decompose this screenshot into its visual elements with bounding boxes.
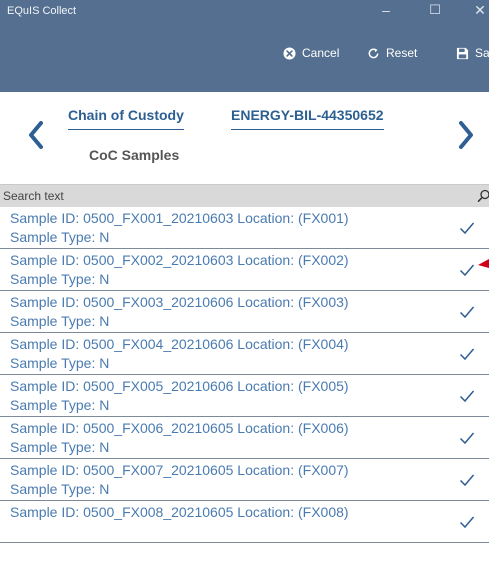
title-banner: EQuIS Collect – ☐ ✕ Cancel Reset Save — [0, 0, 489, 92]
sample-row-type: Sample Type: N — [10, 355, 110, 371]
sample-list: Sample ID: 0500_FX001_20210603 Location:… — [0, 207, 489, 543]
sample-row[interactable]: Sample ID: 0500_FX003_20210606 Location:… — [0, 291, 489, 333]
page-subtitle: CoC Samples — [89, 147, 180, 163]
sample-row[interactable]: Sample ID: 0500_FX005_20210606 Location:… — [0, 375, 489, 417]
app-title: EQuIS Collect — [7, 5, 77, 17]
check-icon — [459, 390, 475, 403]
chevron-left-icon[interactable] — [24, 118, 48, 152]
check-icon — [459, 306, 475, 319]
maximize-button[interactable]: ☐ — [425, 2, 445, 18]
search-input[interactable] — [3, 185, 463, 207]
save-button[interactable]: Save — [456, 46, 489, 60]
sample-row-title: Sample ID: 0500_FX003_20210606 Location:… — [10, 294, 349, 310]
check-icon — [459, 264, 475, 277]
minimize-button[interactable]: – — [376, 2, 396, 18]
cancel-button[interactable]: Cancel — [283, 46, 339, 60]
sample-row-title: Sample ID: 0500_FX002_20210603 Location:… — [10, 252, 349, 268]
save-icon — [456, 47, 469, 59]
save-label: Save — [475, 46, 489, 60]
sample-row-title: Sample ID: 0500_FX005_20210606 Location:… — [10, 378, 349, 394]
sample-row-type: Sample Type: N — [10, 229, 110, 245]
sample-row[interactable]: Sample ID: 0500_FX006_20210605 Location:… — [0, 417, 489, 459]
close-button[interactable]: ✕ — [470, 2, 489, 19]
sample-row[interactable]: Sample ID: 0500_FX004_20210606 Location:… — [0, 333, 489, 375]
sample-row-title: Sample ID: 0500_FX007_20210605 Location:… — [10, 462, 349, 478]
sample-row-type: Sample Type: N — [10, 481, 110, 497]
reset-icon — [368, 47, 379, 58]
tab-chain-of-custody[interactable]: Chain of Custody — [68, 107, 184, 130]
tab-energy-bil[interactable]: ENERGY-BIL-44350652 — [231, 107, 384, 130]
check-icon — [459, 432, 475, 445]
sample-row-title: Sample ID: 0500_FX001_20210603 Location:… — [10, 210, 349, 226]
sample-row-type: Sample Type: N — [10, 271, 110, 287]
sample-row[interactable]: Sample ID: 0500_FX002_20210603 Location:… — [0, 249, 489, 291]
reset-button[interactable]: Reset — [367, 46, 417, 60]
sample-row-type: Sample Type: N — [10, 313, 110, 329]
sample-row-title: Sample ID: 0500_FX008_20210605 Location:… — [10, 504, 349, 520]
sample-row-type: Sample Type: N — [10, 397, 110, 413]
reset-label: Reset — [386, 46, 418, 60]
check-icon — [459, 222, 475, 235]
sample-row[interactable]: Sample ID: 0500_FX001_20210603 Location:… — [0, 207, 489, 249]
sample-row-title: Sample ID: 0500_FX004_20210606 Location:… — [10, 336, 349, 352]
check-icon — [459, 516, 475, 529]
x-circle-icon — [283, 46, 296, 60]
sample-row[interactable]: Sample ID: 0500_FX007_20210605 Location:… — [0, 459, 489, 501]
sample-row-type: Sample Type: N — [10, 439, 110, 455]
check-icon — [459, 348, 475, 361]
sample-row-title: Sample ID: 0500_FX006_20210605 Location:… — [10, 420, 349, 436]
check-icon — [459, 474, 475, 487]
search-bar — [0, 184, 489, 208]
search-icon[interactable] — [477, 189, 489, 203]
cancel-label: Cancel — [302, 46, 340, 60]
flag-icon — [478, 259, 489, 268]
sample-row[interactable]: Sample ID: 0500_FX008_20210605 Location:… — [0, 501, 489, 543]
chevron-right-icon[interactable] — [454, 118, 478, 152]
